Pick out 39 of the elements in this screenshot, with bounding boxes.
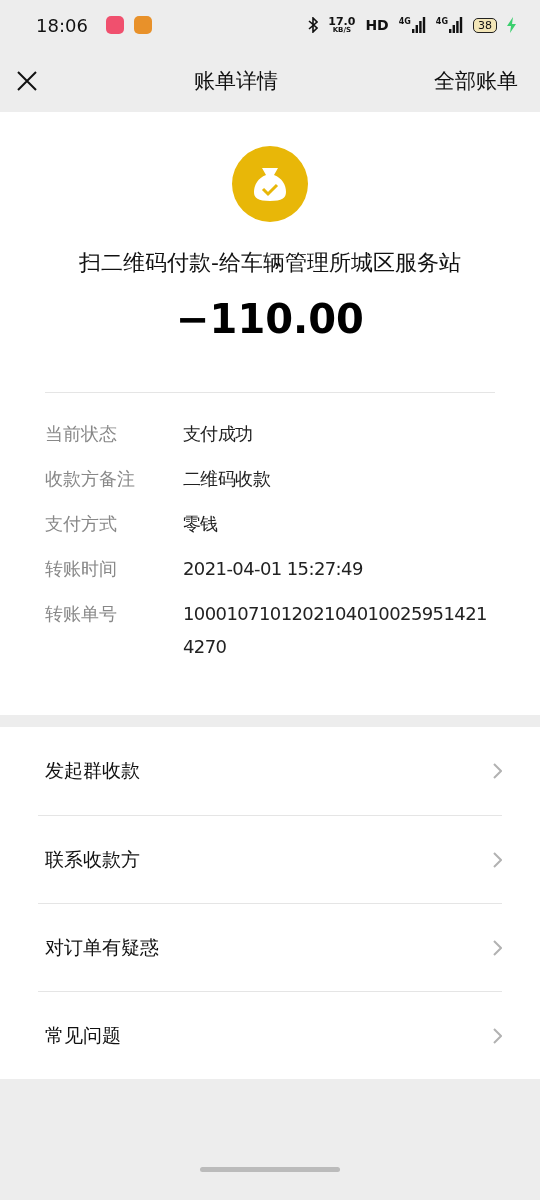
page-title: 账单详情	[193, 68, 279, 95]
menu-item-label: 常见问题	[44, 1022, 122, 1048]
app-notification-icon	[105, 16, 124, 34]
signal-icon	[411, 17, 426, 33]
detail-value: 2021-04-01 15:27:49	[183, 557, 364, 581]
chevron-right-icon	[492, 851, 502, 868]
hd-indicator: HD	[365, 17, 389, 33]
detail-value: 支付成功	[183, 422, 254, 446]
amount: −110.00	[176, 296, 364, 342]
detail-label: 支付方式	[45, 512, 118, 536]
money-bag-icon	[232, 146, 308, 222]
chevron-right-icon	[492, 1027, 502, 1044]
detail-value: 零钱	[183, 512, 219, 536]
battery-indicator: 38	[473, 17, 497, 33]
bluetooth-icon	[308, 17, 319, 33]
chevron-right-icon	[492, 763, 502, 779]
close-icon[interactable]	[16, 70, 38, 92]
detail-label: 转账时间	[45, 557, 118, 581]
menu-item[interactable]: 对订单有疑惑	[38, 903, 502, 991]
app-notification-icon	[133, 16, 152, 34]
menu-item-label: 发起群收款	[44, 758, 141, 783]
signal-icon	[449, 17, 463, 33]
detail-label: 收款方备注	[45, 467, 136, 491]
menu-item-label: 联系收款方	[44, 846, 141, 872]
menu-item[interactable]: 联系收款方	[38, 815, 502, 903]
menu-item[interactable]: 发起群收款	[38, 727, 502, 815]
menu-item-label: 对订单有疑惑	[44, 934, 160, 960]
all-bills-link[interactable]: 全部账单	[434, 67, 518, 95]
network-type: 4G	[398, 17, 411, 26]
network-speed: 17.0	[328, 16, 356, 27]
network-type: 4G	[435, 17, 448, 26]
merchant-name: 扫二维码付款-给车辆管理所城区服务站	[79, 249, 461, 277]
detail-value: 二维码收款	[183, 467, 271, 491]
detail-value: 10001071012021040100259514214270	[183, 602, 488, 659]
menu-item[interactable]: 常见问题	[38, 991, 502, 1079]
detail-label: 当前状态	[45, 422, 118, 446]
status-time: 18:06	[36, 14, 88, 36]
detail-label: 转账单号	[45, 602, 118, 626]
chevron-right-icon	[492, 939, 502, 956]
